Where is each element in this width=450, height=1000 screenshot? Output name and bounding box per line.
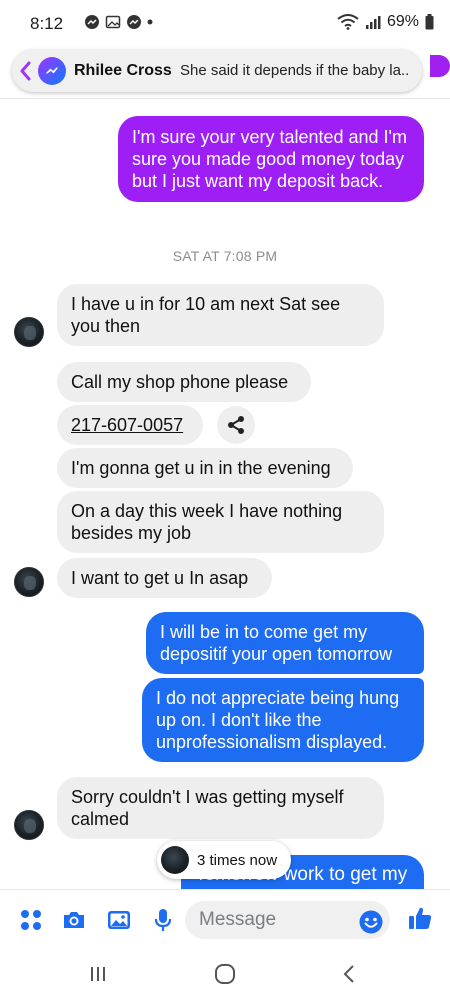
camera-icon[interactable] <box>61 907 87 933</box>
share-button[interactable] <box>217 406 255 444</box>
status-time: 8:12 <box>30 14 64 33</box>
messenger-notification-icon <box>85 15 99 29</box>
wifi-icon <box>337 14 359 30</box>
chat-head-edge <box>430 55 450 77</box>
notification-icons <box>84 14 153 30</box>
emoji-icon[interactable] <box>358 909 384 935</box>
incoming-message[interactable]: I want to get u In asap <box>57 558 272 598</box>
timestamp: SAT AT 7:08 PM <box>172 248 278 264</box>
recent-apps-icon[interactable] <box>86 962 110 986</box>
mic-icon[interactable] <box>150 907 176 933</box>
battery-icon <box>425 14 434 30</box>
home-icon[interactable] <box>213 962 237 986</box>
times-now-label: 3 times now <box>197 851 278 869</box>
gallery-icon[interactable] <box>106 907 132 933</box>
outgoing-message[interactable]: I will be in to come get my depositif yo… <box>146 612 424 674</box>
gallery-notification-icon <box>105 15 121 29</box>
signal-icon <box>365 16 381 29</box>
status-right: 69% <box>337 13 434 31</box>
messenger-icon <box>38 57 66 85</box>
battery-percent: 69% <box>386 13 419 30</box>
contact-name: Rhilee Cross <box>74 62 172 79</box>
incoming-message[interactable]: Call my shop phone please <box>57 362 311 402</box>
reaction-count-pill[interactable]: 3 times now <box>157 841 292 879</box>
more-notifications-dot-icon <box>147 19 153 25</box>
share-icon <box>228 416 244 434</box>
incoming-message[interactable]: Sorry couldn't I was getting myself calm… <box>57 777 384 839</box>
chat-head-banner[interactable]: Rhilee Cross She said it depends if the … <box>12 50 422 92</box>
avatar[interactable] <box>14 567 44 597</box>
system-nav-bar <box>0 947 450 1000</box>
avatar[interactable] <box>14 810 44 840</box>
like-icon[interactable] <box>407 905 433 931</box>
incoming-message-phone[interactable]: 217-607-0057 <box>57 405 203 445</box>
messenger-notification-icon-2 <box>127 15 141 29</box>
avatar <box>161 846 189 874</box>
message-preview: She said it depends if the baby la... <box>180 62 408 79</box>
incoming-message[interactable]: I'm gonna get u in in the evening <box>57 448 353 488</box>
incoming-message[interactable]: I have u in for 10 am next Sat see you t… <box>57 284 384 346</box>
outgoing-message[interactable]: I do not appreciate being hung up on. I … <box>142 678 424 762</box>
phone-link[interactable]: 217-607-0057 <box>71 415 183 435</box>
outgoing-message[interactable]: I'm sure your very talented and I'm sure… <box>118 116 424 202</box>
status-bar: 8:12 69% <box>0 0 450 40</box>
avatar[interactable] <box>14 317 44 347</box>
message-composer <box>0 889 450 947</box>
back-chevron-icon[interactable] <box>18 60 32 82</box>
menu-dots-icon[interactable] <box>18 907 44 933</box>
header-divider <box>0 98 450 99</box>
back-icon[interactable] <box>338 962 362 986</box>
incoming-message[interactable]: On a day this week I have nothing beside… <box>57 491 384 553</box>
